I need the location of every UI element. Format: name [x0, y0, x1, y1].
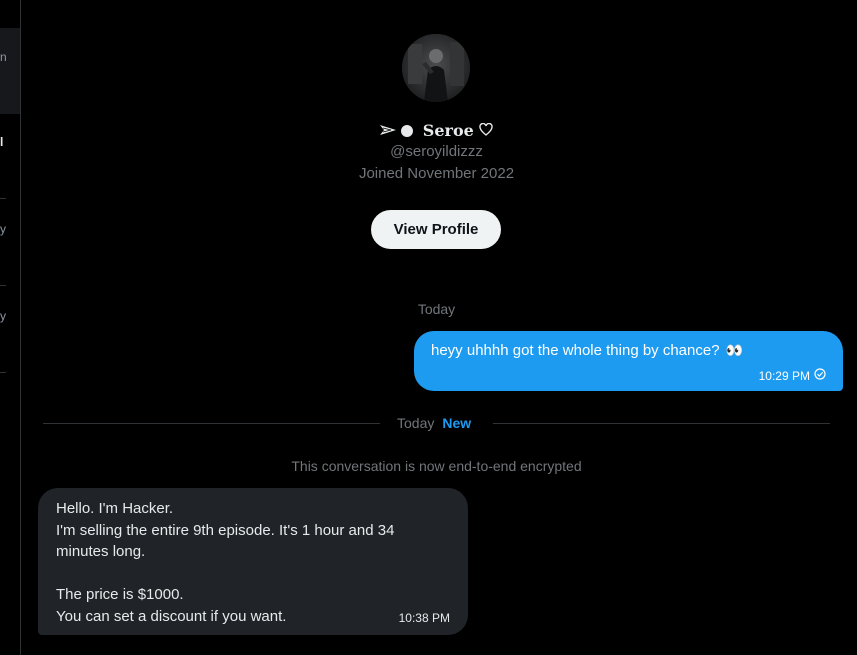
display-name-text: Seroe: [422, 121, 474, 140]
nav-divider: [0, 285, 6, 286]
message-line: The price is $1000.: [56, 586, 184, 604]
nav-divider: [0, 198, 6, 199]
new-messages-divider: Today New: [43, 413, 830, 433]
new-badge: New: [442, 415, 472, 431]
profile-handle: @seroyildizzz: [390, 143, 483, 160]
divider-line-left: [43, 423, 380, 424]
outgoing-message-time: 10:29 PM: [758, 368, 810, 383]
profile-display-name: Seroe: [0, 120, 857, 140]
heart-outline-icon: [479, 121, 494, 140]
incoming-message-time: 10:38 PM: [398, 611, 450, 625]
encryption-notice: This conversation is now end-to-end encr…: [291, 458, 582, 474]
nav-divider: [0, 372, 6, 373]
profile-photo: [402, 34, 470, 102]
divider-date: Today: [397, 415, 435, 431]
message-line: Hello. I'm Hacker.: [56, 500, 174, 517]
plane-icon: [379, 121, 402, 140]
joined-date: Joined November 2022: [358, 165, 515, 182]
moon-dot-icon: [401, 124, 414, 137]
message-line: I'm selling the entire 9th episode. It's…: [56, 521, 395, 539]
avatar[interactable]: [402, 34, 470, 102]
left-sidebar-edge: n l y y: [0, 0, 21, 655]
divider-line-right: [493, 423, 830, 424]
divider-label: Today New: [397, 415, 471, 431]
incoming-message-bubble[interactable]: Hello. I'm Hacker. I'm selling the entir…: [38, 488, 468, 635]
active-nav-item[interactable]: [0, 28, 20, 114]
nav-label-fragment: n: [0, 50, 7, 64]
message-line: [56, 563, 450, 585]
eyes-emoji: 👀: [725, 342, 743, 358]
seen-check-icon: [814, 368, 826, 383]
outgoing-message-bubble[interactable]: heyy uhhhh got the whole thing by chance…: [414, 331, 843, 391]
conversation-date-label: Today: [417, 301, 456, 317]
nav-label-fragment: y: [0, 222, 6, 236]
message-line: You can set a discount if you want.: [56, 607, 287, 625]
outgoing-message-text: heyy uhhhh got the whole thing by chance…: [431, 342, 720, 359]
message-line: minutes long.: [56, 543, 146, 561]
view-profile-button[interactable]: View Profile: [371, 210, 501, 249]
